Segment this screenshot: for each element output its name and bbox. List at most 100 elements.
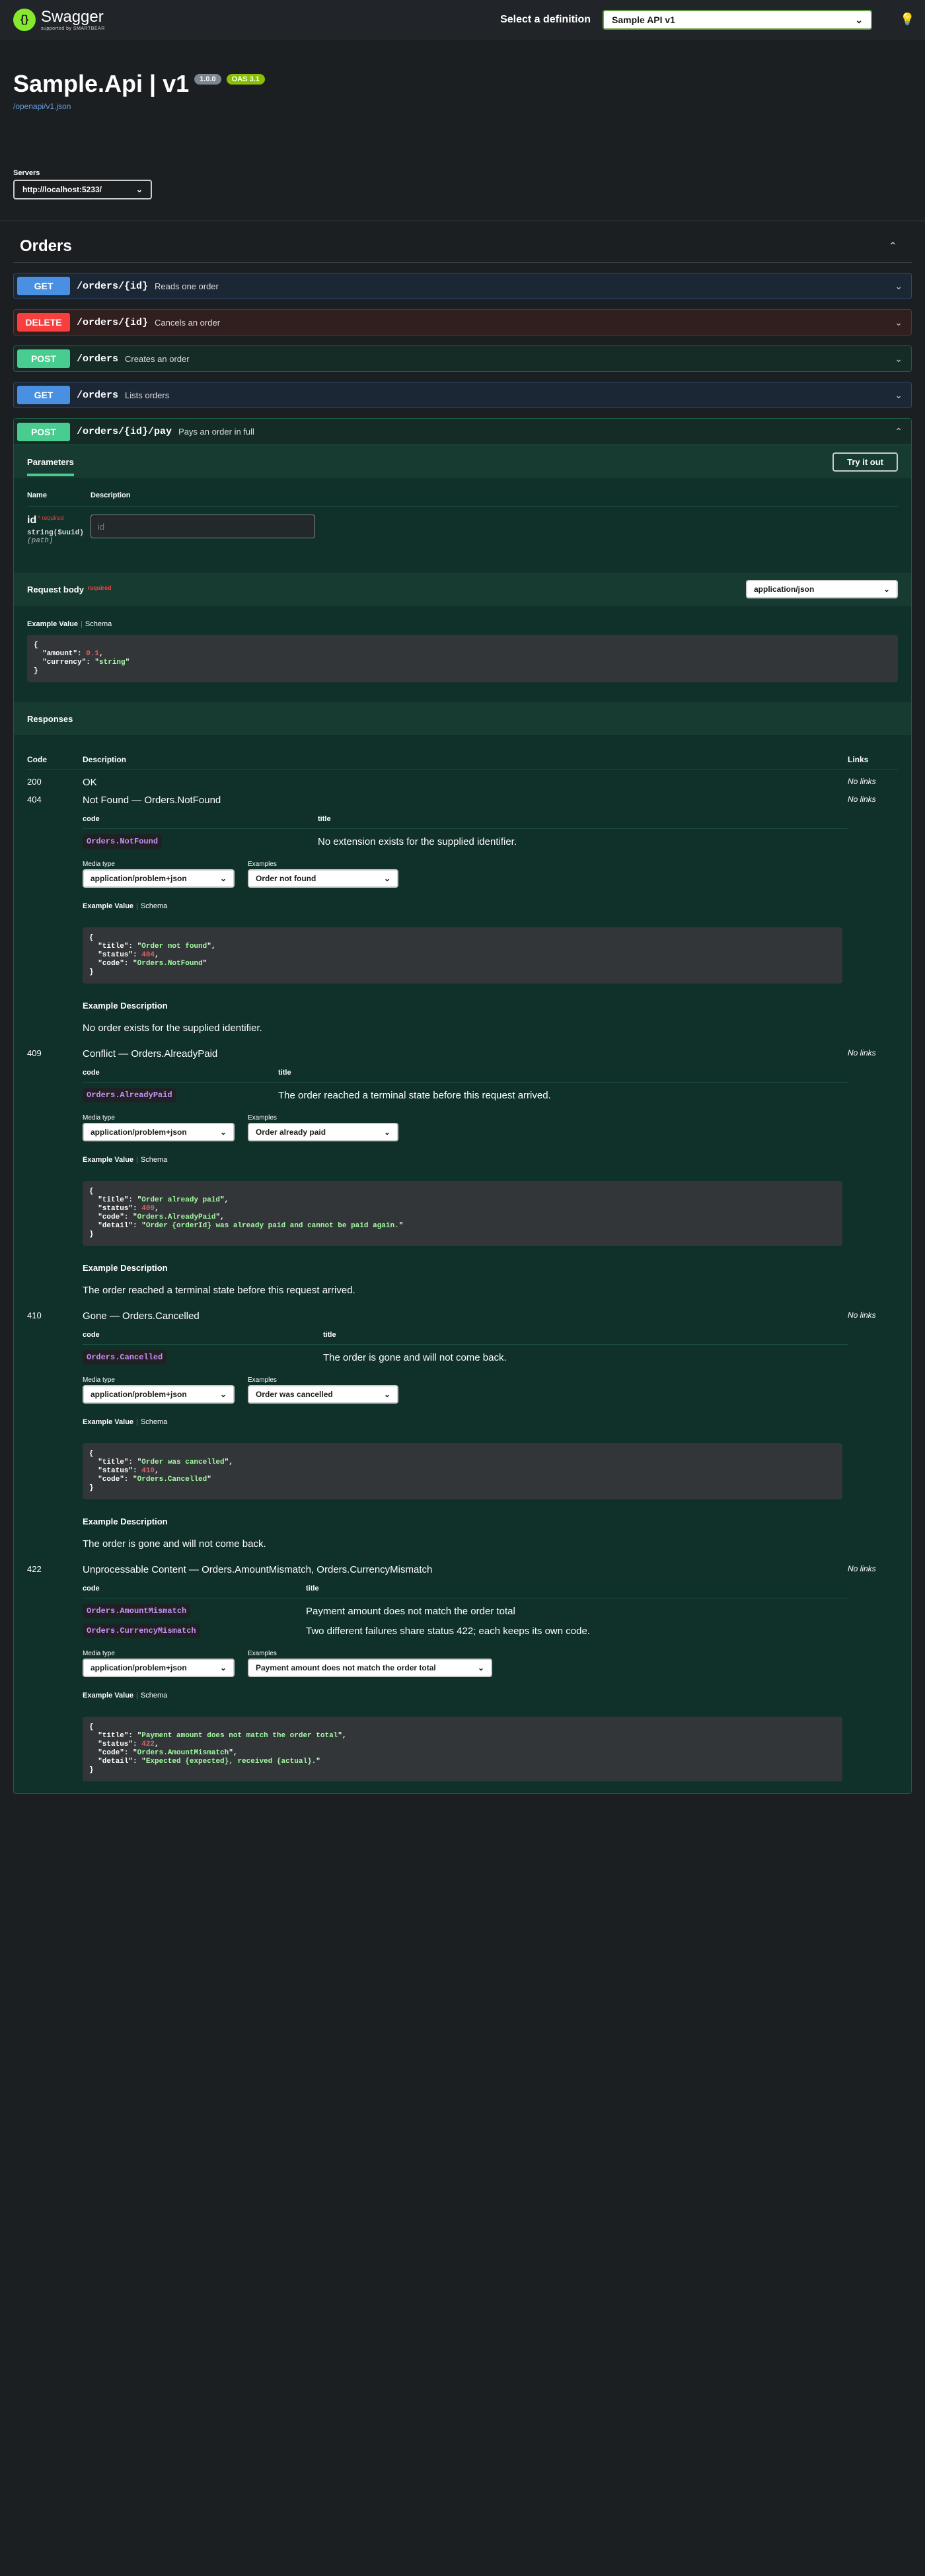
- json-value: string: [99, 659, 126, 666]
- error-code-title: The order is gone and will not come back…: [323, 1351, 507, 1363]
- media-type-select[interactable]: application/problem+json ⌄: [83, 869, 235, 888]
- param-location: (path): [27, 537, 54, 545]
- sub-col-code: code: [83, 1331, 100, 1339]
- response-links: No links: [848, 1310, 876, 1320]
- definition-select[interactable]: Sample API v1 ⌄: [603, 10, 872, 30]
- servers-label: Servers: [13, 169, 40, 177]
- media-type-select[interactable]: application/problem+json ⌄: [83, 1123, 235, 1141]
- chevron-down-icon: ⌄: [383, 1390, 390, 1399]
- media-type-value: application/problem+json: [91, 1127, 187, 1137]
- chevron-down-icon: ⌄: [895, 280, 903, 291]
- json-value: 0.1: [86, 650, 100, 658]
- select-definition-label: Select a definition: [500, 14, 591, 25]
- response-code: 422: [27, 1564, 42, 1574]
- schema-tab[interactable]: Schema: [141, 1692, 167, 1699]
- examples-select[interactable]: Payment amount does not match the order …: [248, 1659, 492, 1677]
- examples-label: Examples: [248, 1650, 277, 1657]
- tag-title: Orders: [20, 237, 72, 255]
- content-type-select[interactable]: application/json ⌄: [746, 580, 898, 598]
- operation-get-order[interactable]: GET /orders/{id} Reads one order ⌄: [13, 273, 912, 299]
- example-value-tab[interactable]: Example Value: [83, 1156, 133, 1164]
- chevron-down-icon: ⌄: [895, 353, 903, 364]
- try-it-out-button[interactable]: Try it out: [832, 452, 898, 472]
- operation-summary: Reads one order: [155, 281, 219, 291]
- chevron-down-icon: ⌄: [883, 585, 890, 594]
- required-marker: required: [87, 584, 112, 591]
- examples-select[interactable]: Order not found ⌄: [248, 869, 398, 888]
- example-value-tab[interactable]: Example Value: [27, 620, 78, 628]
- json-value: 409: [141, 1205, 155, 1213]
- example-value-tab[interactable]: Example Value: [83, 1418, 133, 1426]
- examples-label: Examples: [248, 861, 277, 868]
- operation-summary: Pays an order in full: [178, 427, 254, 437]
- json-value: Orders.AlreadyPaid: [137, 1213, 216, 1221]
- response-example-404: { "title": "Order not found", "status": …: [83, 927, 842, 984]
- example-value-tab[interactable]: Example Value: [83, 902, 133, 910]
- chevron-down-icon: ⌄: [855, 14, 863, 25]
- parameters-table: Name Description id * required string($uu…: [14, 478, 911, 573]
- operation-pay-order[interactable]: POST /orders/{id}/pay Pays an order in f…: [14, 419, 911, 445]
- servers-select[interactable]: http://localhost:5233/ ⌄: [13, 180, 152, 199]
- schema-tab[interactable]: Schema: [141, 1156, 167, 1164]
- request-body-content: Example Value | Schema { "amount": 0.1, "c…: [14, 620, 911, 682]
- sub-col-title: title: [306, 1585, 319, 1592]
- error-code-title: No extension exists for the supplied ide…: [318, 836, 517, 847]
- operation-path: /orders/{id}: [77, 280, 149, 292]
- example-description: No order exists for the supplied identif…: [83, 1022, 262, 1034]
- operation-create-order[interactable]: POST /orders Creates an order ⌄: [13, 345, 912, 372]
- parameters-header: Parameters Try it out: [14, 445, 911, 478]
- media-type-value: application/problem+json: [91, 1663, 187, 1672]
- response-row-200: 200 OK No links: [27, 770, 898, 788]
- error-code-title: Payment amount does not match the order …: [306, 1605, 515, 1617]
- response-description: OK: [83, 777, 97, 788]
- operation-path: /orders/{id}/pay: [77, 426, 172, 437]
- tag-header[interactable]: Orders ⌃: [13, 221, 912, 263]
- chevron-down-icon: ⌄: [219, 1663, 227, 1672]
- media-type-value: application/problem+json: [91, 1390, 187, 1399]
- servers-select-value: http://localhost:5233/: [22, 185, 102, 194]
- schema-tab[interactable]: Schema: [85, 620, 112, 628]
- tab-parameters[interactable]: Parameters: [27, 457, 74, 476]
- operation-list-orders[interactable]: GET /orders Lists orders ⌄: [13, 382, 912, 408]
- id-input[interactable]: id: [91, 515, 315, 538]
- json-value: Order not found: [141, 943, 207, 950]
- param-row-id: id * required string($uuid) (path) id: [27, 507, 898, 559]
- operation-path: /orders: [77, 389, 119, 401]
- spec-link[interactable]: /openapi/v1.json: [13, 102, 71, 111]
- sub-col-title: title: [323, 1331, 336, 1339]
- examples-select[interactable]: Order already paid ⌄: [248, 1123, 398, 1141]
- orders-section: Orders ⌃ GET /orders/{id} Reads one orde…: [0, 221, 925, 1794]
- media-type-select[interactable]: application/problem+json ⌄: [83, 1385, 235, 1404]
- json-value: Payment amount does not match the order …: [141, 1732, 338, 1740]
- operation-path: /orders/{id}: [77, 316, 149, 328]
- json-value: Order already paid: [141, 1196, 221, 1204]
- schema-tab[interactable]: Schema: [141, 902, 167, 910]
- response-example-409: { "title": "Order already paid", "status…: [83, 1181, 842, 1246]
- definition-select-value: Sample API v1: [612, 15, 675, 25]
- request-body-label: Request body: [27, 584, 84, 594]
- param-type: string($uuid): [27, 529, 84, 537]
- example-description: The order reached a terminal state befor…: [83, 1285, 355, 1296]
- example-value-tab[interactable]: Example Value: [83, 1692, 133, 1699]
- swagger-logo-icon: {}: [13, 9, 36, 31]
- schema-tab[interactable]: Schema: [141, 1418, 167, 1426]
- lightbulb-icon[interactable]: 💡: [900, 13, 914, 27]
- response-example-410: { "title": "Order was cancelled", "statu…: [83, 1443, 842, 1499]
- response-links: No links: [848, 777, 876, 786]
- required-marker: * required: [38, 515, 64, 521]
- sub-col-title: title: [278, 1069, 291, 1077]
- oas-badge: OAS 3.1: [226, 74, 265, 85]
- operation-delete-order[interactable]: DELETE /orders/{id} Cancels an order ⌄: [13, 309, 912, 336]
- resp-col-code: Code: [27, 755, 47, 764]
- operation-summary: Creates an order: [125, 353, 190, 364]
- examples-select[interactable]: Order was cancelled ⌄: [248, 1385, 398, 1404]
- json-value: 410: [141, 1467, 155, 1475]
- example-description-label: Example Description: [83, 1263, 168, 1273]
- examples-value: Payment amount does not match the order …: [256, 1663, 436, 1672]
- logo-subtitle: supported by SMARTBEAR: [41, 26, 105, 31]
- response-code: 410: [27, 1310, 42, 1320]
- error-code-pill: Orders.Cancelled: [83, 1350, 167, 1365]
- servers: Servers http://localhost:5233/ ⌄: [0, 111, 925, 199]
- media-type-select[interactable]: application/problem+json ⌄: [83, 1659, 235, 1677]
- swagger-logo[interactable]: {} Swagger supported by SMARTBEAR: [13, 9, 105, 31]
